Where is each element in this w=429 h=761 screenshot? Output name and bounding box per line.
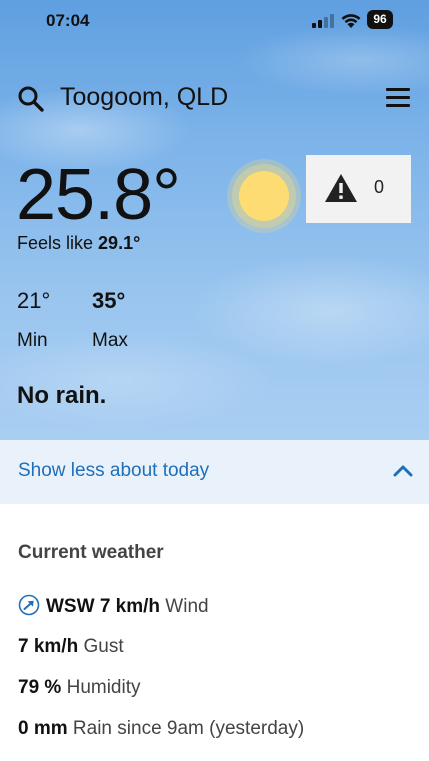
- wind-label: Wind: [165, 596, 209, 617]
- warning-count: 0: [374, 177, 385, 197]
- show-less-label: Show less about today: [18, 460, 210, 481]
- current-weather-title: Current weather: [18, 542, 164, 563]
- search-icon[interactable]: [16, 84, 46, 114]
- menu-icon[interactable]: [386, 86, 412, 110]
- rain-since-row: 0 mm Rain since 9am (yesterday): [18, 718, 304, 740]
- warnings-button[interactable]: 0: [306, 155, 411, 223]
- status-time: 07:04: [46, 11, 90, 30]
- min-label: Min: [17, 330, 48, 351]
- humidity-value: 79 %: [18, 677, 62, 698]
- max-temperature: 35°: [92, 288, 126, 313]
- sun-icon: [227, 159, 301, 233]
- chevron-up-icon: [393, 465, 413, 477]
- humidity-label: Humidity: [66, 677, 141, 698]
- rain-summary: No rain.: [17, 382, 107, 409]
- gust-row: 7 km/h Gust: [18, 636, 124, 658]
- rain-since-label: Rain since 9am (yesterday): [72, 718, 305, 739]
- min-temperature: 21°: [17, 288, 51, 313]
- gust-label: Gust: [83, 636, 124, 657]
- feels-like-label: Feels like: [17, 233, 94, 253]
- wind-value: WSW 7 km/h: [46, 596, 161, 617]
- status-bar: 07:04 96: [0, 0, 429, 44]
- wind-row: WSW 7 km/h Wind: [18, 594, 209, 618]
- humidity-row: 79 % Humidity: [18, 677, 141, 699]
- location-title[interactable]: Toogoom, QLD: [60, 83, 228, 112]
- weather-screen: 07:04 96 Toogoom, QLD 25.8° 0 Feels like…: [0, 0, 429, 761]
- warning-icon: [325, 174, 357, 202]
- wifi-icon: [341, 14, 361, 28]
- show-less-toggle[interactable]: Show less about today: [0, 440, 429, 504]
- app-header: Toogoom, QLD: [0, 78, 429, 118]
- feels-like-value: 29.1°: [98, 233, 141, 253]
- rain-since-value: 0 mm: [18, 718, 68, 739]
- current-temperature: 25.8°: [16, 155, 181, 235]
- signal-icon: [312, 14, 334, 28]
- battery-indicator: 96: [367, 10, 393, 29]
- gust-value: 7 km/h: [18, 636, 79, 657]
- wind-direction-icon: [18, 594, 40, 616]
- max-label: Max: [92, 330, 128, 351]
- feels-like: Feels like 29.1°: [17, 233, 140, 254]
